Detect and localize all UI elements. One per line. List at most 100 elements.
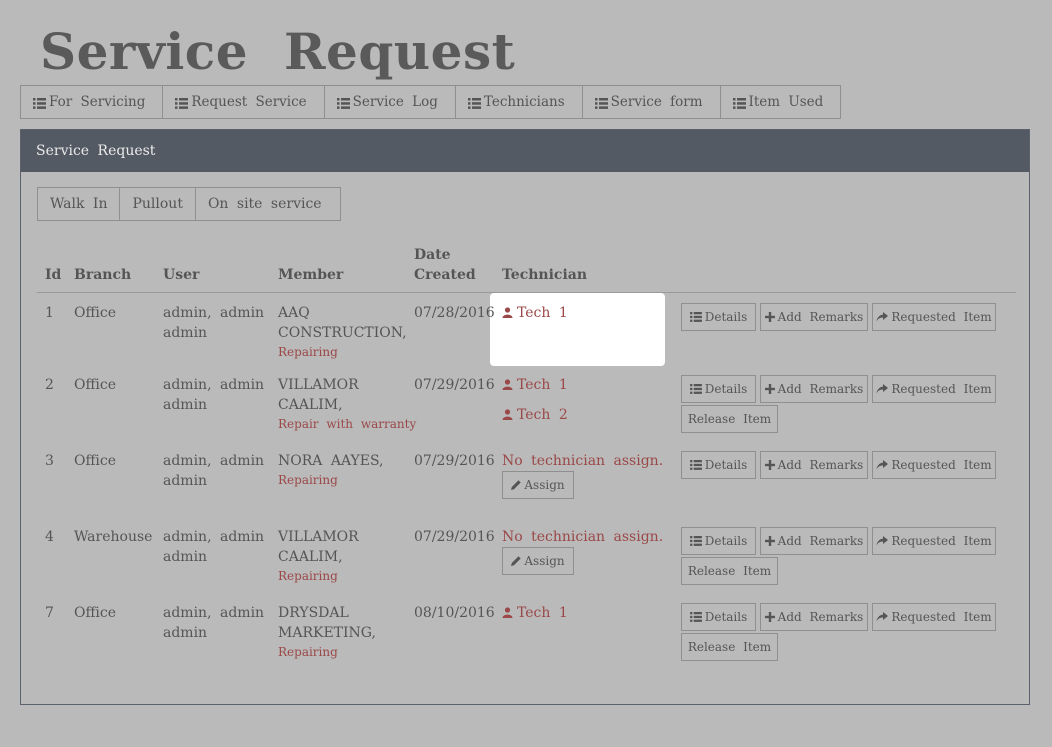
- button-label: Release Item: [687, 640, 772, 654]
- list-icon: [689, 384, 702, 394]
- technician-link[interactable]: Tech 1: [502, 375, 568, 395]
- no-technician-text: No technician assign.: [502, 529, 664, 545]
- add-remarks-button[interactable]: Add Remarks: [760, 603, 868, 631]
- button-label: Assign: [524, 478, 565, 492]
- list-icon: [594, 97, 608, 109]
- technician-name: Tech 1: [517, 305, 568, 321]
- list-icon: [689, 536, 702, 546]
- release-item-button[interactable]: Release Item: [681, 633, 778, 661]
- button-label: Details: [704, 458, 748, 472]
- details-button[interactable]: Details: [681, 451, 756, 479]
- button-label: Details: [704, 610, 748, 624]
- plus-icon: [764, 312, 775, 322]
- nav-label: Request Service: [191, 94, 307, 110]
- nav-label: Service Log: [352, 94, 438, 110]
- user-line: admin, admin: [163, 529, 265, 545]
- column-header-date: Date: [414, 247, 451, 263]
- member-line: DRYSDAL: [278, 605, 349, 621]
- share-arrow-icon: [876, 612, 889, 622]
- user-icon: [502, 409, 513, 420]
- row-branch: Office: [74, 377, 117, 393]
- requested-item-button[interactable]: Requested Item: [872, 303, 996, 331]
- user-icon: [502, 607, 513, 618]
- pencil-icon: [511, 480, 522, 490]
- status-text: Repairing: [278, 569, 338, 583]
- requested-item-button[interactable]: Requested Item: [872, 375, 996, 403]
- nav-item-used[interactable]: Item Used: [721, 86, 841, 118]
- button-label: Release Item: [687, 564, 772, 578]
- list-icon: [467, 97, 481, 109]
- list-icon: [689, 312, 702, 322]
- user-line: admin: [163, 625, 208, 641]
- plus-icon: [764, 536, 775, 546]
- release-item-button[interactable]: Release Item: [681, 557, 778, 585]
- nav-service-log[interactable]: Service Log: [325, 86, 456, 118]
- assign-button[interactable]: Assign: [502, 547, 574, 575]
- button-label: Add Remarks: [777, 458, 864, 472]
- row-user: admin, admin admin: [163, 603, 264, 643]
- details-button[interactable]: Details: [681, 375, 756, 403]
- technician-link[interactable]: Tech 2: [502, 405, 568, 425]
- add-remarks-button[interactable]: Add Remarks: [760, 527, 868, 555]
- member-line: CAALIM,: [278, 397, 343, 413]
- list-icon: [336, 97, 350, 109]
- button-label: Details: [704, 382, 748, 396]
- button-label: Requested Item: [891, 458, 992, 472]
- row-date: 07/28/2016: [414, 305, 495, 321]
- add-remarks-button[interactable]: Add Remarks: [760, 451, 868, 479]
- row-user: admin, admin admin: [163, 527, 264, 567]
- assign-button[interactable]: Assign: [502, 471, 574, 499]
- row-branch: Office: [74, 305, 117, 321]
- user-line: admin: [163, 473, 208, 489]
- share-arrow-icon: [876, 536, 889, 546]
- button-label: Add Remarks: [777, 310, 864, 324]
- column-header-technician: Technician: [502, 267, 588, 283]
- technician-link[interactable]: Tech 1: [502, 303, 568, 323]
- nav-technicians[interactable]: Technicians: [456, 86, 583, 118]
- nav-label: For Servicing: [49, 94, 146, 110]
- row-member: DRYSDAL MARKETING, Repairing: [278, 603, 376, 661]
- row-id: 2: [45, 377, 54, 393]
- button-label: Assign: [524, 554, 565, 568]
- technician-link[interactable]: Tech 1: [502, 603, 568, 623]
- technician-name: Tech 1: [517, 377, 568, 393]
- add-remarks-button[interactable]: Add Remarks: [760, 303, 868, 331]
- technician-name: Tech 1: [517, 605, 568, 621]
- user-line: admin, admin: [163, 453, 265, 469]
- tab-pullout[interactable]: Pullout: [120, 188, 196, 220]
- row-date: 07/29/2016: [414, 377, 495, 393]
- release-item-button[interactable]: Release Item: [681, 405, 778, 433]
- user-line: admin, admin: [163, 377, 265, 393]
- requested-item-button[interactable]: Requested Item: [872, 603, 996, 631]
- column-header-id: Id: [45, 267, 62, 283]
- tab-walk-in[interactable]: Walk In: [38, 188, 121, 220]
- tab-on-site-service[interactable]: On site service: [196, 188, 340, 220]
- technician-name: Tech 2: [517, 407, 568, 423]
- details-button[interactable]: Details: [681, 527, 756, 555]
- requested-item-button[interactable]: Requested Item: [872, 527, 996, 555]
- nav-service-form[interactable]: Service form: [583, 86, 721, 118]
- user-line: admin: [163, 325, 208, 341]
- button-label: Requested Item: [891, 382, 992, 396]
- row-date: 07/29/2016: [414, 453, 495, 469]
- button-label: Requested Item: [891, 534, 992, 548]
- list-icon: [33, 97, 46, 109]
- requested-item-button[interactable]: Requested Item: [872, 451, 996, 479]
- add-remarks-button[interactable]: Add Remarks: [760, 375, 868, 403]
- row-user: admin, admin admin: [163, 303, 264, 343]
- button-label: Details: [704, 534, 748, 548]
- nav-request-service[interactable]: Request Service: [163, 86, 325, 118]
- details-button[interactable]: Details: [681, 603, 756, 631]
- row-branch: Office: [74, 605, 117, 621]
- nav-for-servicing[interactable]: For Servicing: [21, 86, 164, 118]
- row-member: AAQ CONSTRUCTION, Repairing: [278, 303, 407, 361]
- row-date: 07/29/2016: [414, 529, 495, 545]
- row-id: 3: [45, 453, 54, 469]
- plus-icon: [764, 612, 775, 622]
- details-button[interactable]: Details: [681, 303, 756, 331]
- share-arrow-icon: [876, 460, 889, 470]
- page-title: Service Request: [40, 22, 516, 81]
- service-type-tabs: Walk In Pullout On site service: [37, 187, 341, 221]
- row-id: 4: [45, 529, 54, 545]
- button-label: Add Remarks: [777, 534, 864, 548]
